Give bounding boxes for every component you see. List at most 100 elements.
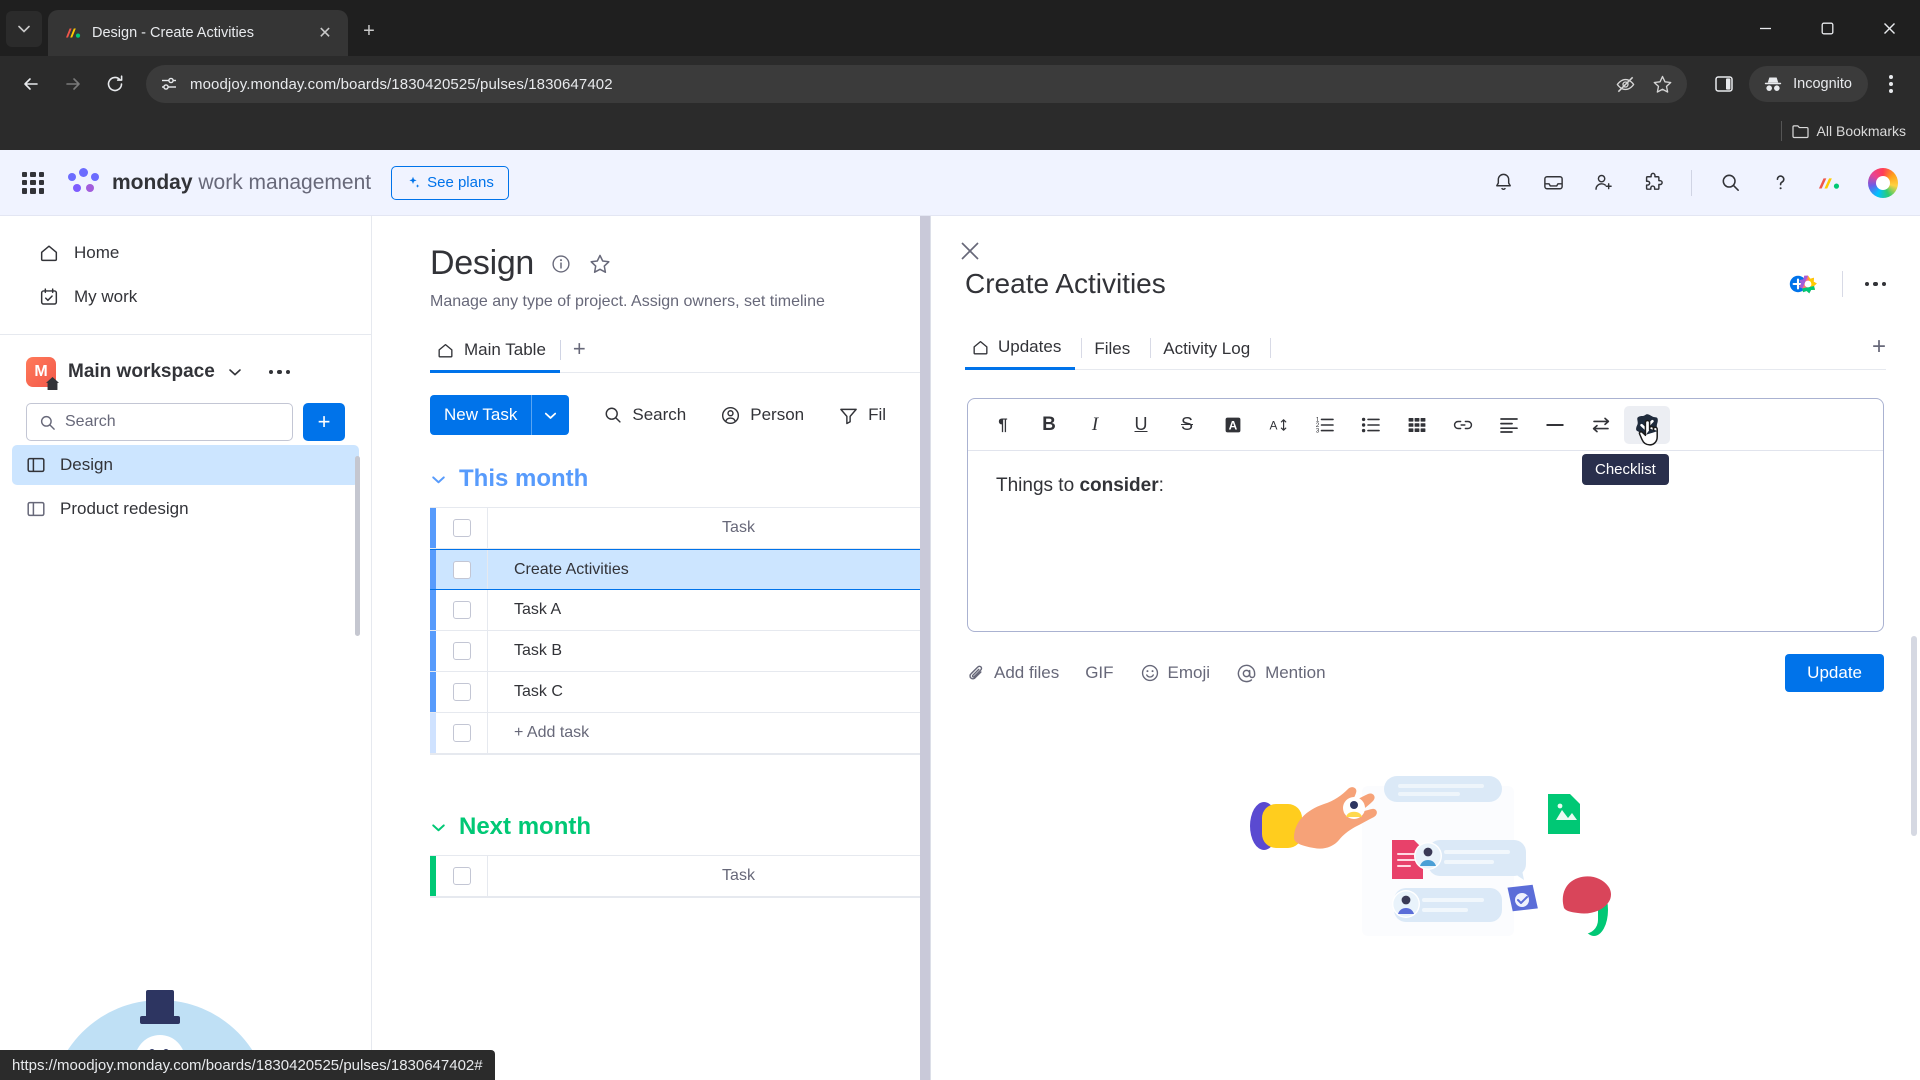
link-icon[interactable] (1440, 406, 1486, 444)
select-all-cell[interactable] (436, 508, 488, 548)
select-all-cell[interactable] (436, 856, 488, 896)
add-view-button[interactable]: + (573, 336, 586, 372)
incognito-badge[interactable]: Incognito (1749, 66, 1868, 102)
table-row[interactable]: Create Activities (430, 549, 930, 590)
chevron-down-icon[interactable] (227, 364, 243, 380)
inbox-icon[interactable] (1541, 171, 1565, 195)
tab-search-button[interactable] (6, 11, 42, 47)
row-task-name[interactable]: Task B (488, 642, 930, 660)
sidebar-search-input[interactable]: Search (26, 403, 293, 441)
update-text-area[interactable]: Things to consider: (968, 451, 1883, 631)
group-header[interactable]: This month (430, 465, 930, 493)
row-checkbox[interactable] (452, 560, 471, 579)
text-align-icon[interactable] (1486, 406, 1532, 444)
row-task-name[interactable]: Create Activities (488, 561, 930, 579)
help-icon[interactable] (1768, 171, 1792, 195)
sidebar-board-product-redesign[interactable]: Product redesign (12, 489, 359, 529)
panel-resize-handle[interactable] (920, 216, 930, 1080)
workspace-more-options-icon[interactable] (268, 369, 291, 375)
minimize-button[interactable] (1734, 0, 1796, 56)
site-settings-icon[interactable] (160, 75, 178, 93)
italic-icon[interactable]: I (1072, 406, 1118, 444)
new-tab-button[interactable]: + (356, 16, 382, 46)
bold-icon[interactable]: B (1026, 406, 1072, 444)
sidebar-scrollbar[interactable] (355, 456, 360, 636)
sidebar-item-home[interactable]: Home (12, 232, 359, 274)
table-row[interactable]: Task B (430, 631, 930, 672)
star-outline-icon[interactable] (588, 252, 612, 276)
board-filter-button[interactable]: Fil (838, 405, 886, 426)
row-checkbox[interactable] (452, 642, 471, 660)
forward-button[interactable] (54, 65, 92, 103)
row-checkbox[interactable] (452, 601, 471, 619)
workspace-selector[interactable]: M Main workspace (0, 335, 371, 387)
close-icon[interactable] (959, 240, 981, 262)
chevron-down-icon[interactable] (430, 471, 447, 488)
indent-icon[interactable] (1578, 406, 1624, 444)
table-row[interactable]: Task C (430, 672, 930, 713)
invite-member-icon[interactable] (1591, 171, 1615, 195)
gif-button[interactable]: GIF (1085, 663, 1113, 683)
reload-button[interactable] (96, 65, 134, 103)
chevron-down-icon[interactable] (531, 395, 569, 435)
row-checkbox[interactable] (452, 683, 471, 701)
checklist-icon[interactable]: Checklist (1582, 405, 1670, 485)
sidebar-add-button[interactable]: + (303, 403, 345, 441)
sidebar-board-design[interactable]: Design (12, 445, 359, 485)
font-size-icon[interactable]: A (1256, 406, 1302, 444)
tab-updates[interactable]: Updates (965, 337, 1076, 370)
bulleted-list-icon[interactable] (1348, 406, 1394, 444)
add-task-row[interactable]: + Add task (430, 713, 930, 754)
apps-marketplace-icon[interactable] (1641, 171, 1665, 195)
row-task-name[interactable]: Task A (488, 601, 930, 619)
maximize-button[interactable] (1796, 0, 1858, 56)
address-bar[interactable]: moodjoy.monday.com/boards/1830420525/pul… (146, 65, 1688, 103)
back-button[interactable] (12, 65, 50, 103)
row-select-cell[interactable] (436, 590, 488, 630)
new-task-button[interactable]: New Task (430, 395, 570, 435)
search-icon[interactable] (1718, 171, 1742, 195)
eye-slash-icon[interactable] (1615, 74, 1636, 95)
table-icon[interactable] (1394, 406, 1440, 444)
emoji-button[interactable]: Emoji (1140, 663, 1210, 683)
add-task-label[interactable]: + Add task (488, 724, 930, 742)
user-avatar[interactable] (1868, 167, 1898, 198)
notifications-bell-icon[interactable] (1491, 171, 1515, 195)
underline-icon[interactable]: U (1118, 406, 1164, 444)
see-plans-button[interactable]: See plans (391, 165, 509, 200)
ordered-list-icon[interactable]: 123 (1302, 406, 1348, 444)
row-checkbox[interactable] (452, 724, 471, 742)
add-files-button[interactable]: Add files (967, 663, 1059, 683)
row-select-cell[interactable] (436, 713, 488, 753)
row-select-cell[interactable] (436, 631, 488, 671)
board-person-filter-button[interactable]: Person (720, 405, 804, 426)
group-header[interactable]: Next month (430, 813, 930, 841)
select-all-checkbox[interactable] (452, 867, 471, 885)
row-select-cell[interactable] (436, 672, 488, 712)
integrate-automate-icon[interactable] (1786, 271, 1820, 297)
tab-close-button[interactable]: ✕ (312, 20, 338, 46)
close-window-button[interactable] (1858, 0, 1920, 56)
info-icon[interactable] (550, 253, 572, 275)
text-highlight-icon[interactable]: A (1210, 406, 1256, 444)
sidebar-item-my-work[interactable]: My work (12, 276, 359, 318)
select-all-checkbox[interactable] (452, 519, 471, 537)
chevron-down-icon[interactable] (430, 819, 447, 836)
more-options-icon[interactable] (1864, 281, 1886, 287)
panel-scrollbar[interactable] (1911, 636, 1917, 836)
board-search-button[interactable]: Search (603, 405, 686, 425)
paragraph-style-icon[interactable]: ¶ (980, 406, 1026, 444)
row-task-name[interactable]: Task C (488, 683, 930, 701)
side-panel-icon[interactable] (1705, 65, 1743, 103)
tab-main-table[interactable]: Main Table (430, 340, 560, 373)
horizontal-rule-icon[interactable] (1532, 406, 1578, 444)
all-bookmarks-button[interactable]: All Bookmarks (1791, 123, 1906, 139)
bookmark-star-icon[interactable] (1652, 74, 1673, 95)
panel-add-tab-button[interactable]: + (1872, 333, 1886, 369)
row-select-cell[interactable] (436, 550, 488, 589)
mention-button[interactable]: Mention (1236, 663, 1326, 684)
monday-mark-icon[interactable] (1818, 171, 1842, 195)
strikethrough-icon[interactable]: S (1164, 406, 1210, 444)
tab-activity-log[interactable]: Activity Log (1157, 339, 1264, 369)
chrome-menu-button[interactable] (1874, 65, 1908, 103)
